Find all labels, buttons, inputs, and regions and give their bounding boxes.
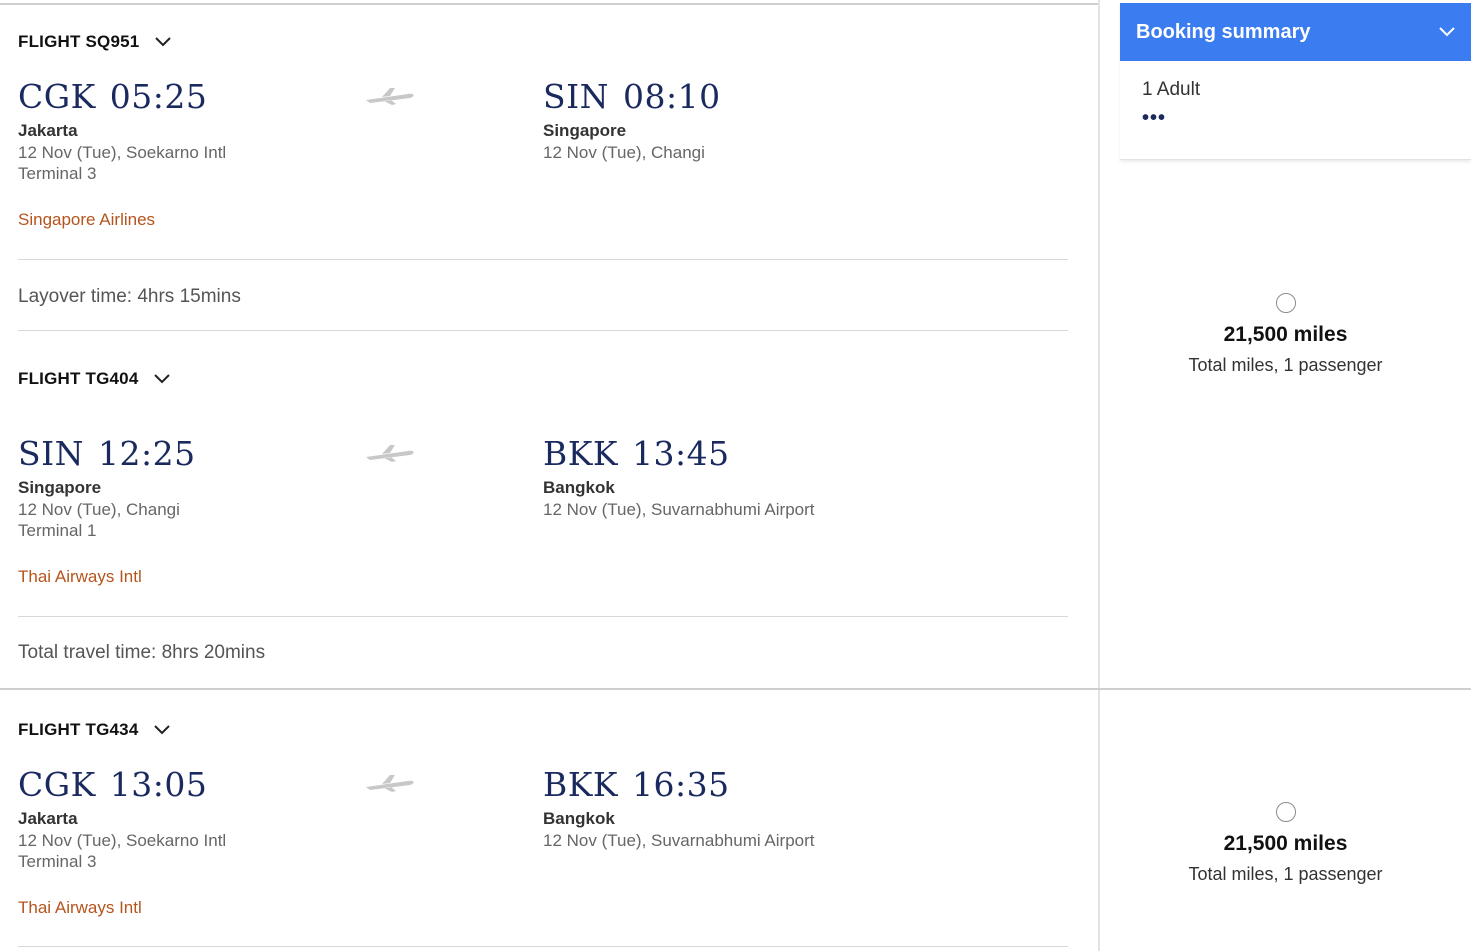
fare-miles: 21,500 miles bbox=[1223, 323, 1348, 346]
date-airport: 12 Nov (Tue), Suvarnabhumi Airport bbox=[543, 831, 815, 850]
total-travel-time: Total travel time: 8hrs 20mins bbox=[18, 642, 266, 663]
radio-button-icon[interactable] bbox=[1275, 802, 1296, 822]
date-airport: 12 Nov (Tue), Changi bbox=[543, 143, 705, 162]
date-airport: 12 Nov (Tue), Soekarno Intl bbox=[18, 831, 227, 850]
arrival-info: SIN 08:10 Singapore 12 Nov (Tue), Changi bbox=[543, 78, 721, 163]
separator bbox=[18, 946, 1068, 947]
flight-toggle-tg404[interactable]: FLIGHT TG404 bbox=[18, 369, 171, 389]
flight-number: FLIGHT TG434 bbox=[18, 720, 139, 739]
fare-option-1: 21,500 miles Total miles, 1 passenger bbox=[1100, 293, 1471, 376]
booking-summary-title: Booking summary bbox=[1136, 20, 1311, 43]
chevron-down-icon bbox=[154, 725, 171, 735]
airline-name: Thai Airways Intl bbox=[18, 898, 142, 917]
flight-number: FLIGHT SQ951 bbox=[18, 32, 140, 51]
departure-info: SIN 12:25 Singapore 12 Nov (Tue), Changi … bbox=[18, 435, 196, 541]
airline-name: Thai Airways Intl bbox=[18, 567, 142, 586]
airport-code: CGK bbox=[18, 77, 96, 116]
city-name: Bangkok bbox=[543, 809, 615, 828]
terminal: Terminal 3 bbox=[18, 164, 97, 183]
chevron-down-icon bbox=[1439, 27, 1455, 37]
airport-code: BKK bbox=[543, 434, 619, 473]
chevron-down-icon bbox=[155, 37, 172, 47]
fare-option-2: 21,500 miles Total miles, 1 passenger bbox=[1100, 802, 1471, 885]
departure-time: 12:25 bbox=[98, 434, 196, 473]
airport-code: SIN bbox=[543, 77, 610, 116]
plane-icon bbox=[366, 775, 414, 792]
city-name: Singapore bbox=[543, 121, 627, 140]
more-options-icon[interactable]: ••• bbox=[1142, 107, 1449, 130]
airport-code: SIN bbox=[18, 434, 85, 473]
arrival-time: 13:45 bbox=[632, 434, 730, 473]
separator bbox=[18, 259, 1068, 260]
arrival-time: 08:10 bbox=[623, 77, 721, 116]
fare-miles: 21,500 miles bbox=[1223, 832, 1348, 855]
flight-toggle-sq951[interactable]: FLIGHT SQ951 bbox=[18, 32, 172, 52]
booking-summary-panel: Booking summary 1 Adult ••• bbox=[1120, 3, 1471, 160]
city-name: Bangkok bbox=[543, 478, 615, 497]
plane-icon bbox=[366, 88, 414, 105]
departure-time: 05:25 bbox=[109, 77, 208, 116]
airport-code: CGK bbox=[18, 765, 96, 804]
passenger-count: 1 Adult bbox=[1142, 79, 1201, 100]
chevron-down-icon bbox=[154, 374, 171, 384]
arrival-time: 16:35 bbox=[632, 765, 730, 804]
date-airport: 12 Nov (Tue), Suvarnabhumi Airport bbox=[543, 500, 815, 519]
departure-info: CGK 05:25 Jakarta 12 Nov (Tue), Soekarno … bbox=[18, 78, 226, 184]
radio-button-icon[interactable] bbox=[1275, 293, 1296, 313]
departure-info: CGK 13:05 Jakarta 12 Nov (Tue), Soekarno … bbox=[18, 766, 226, 872]
terminal: Terminal 3 bbox=[18, 852, 97, 871]
airport-code: BKK bbox=[543, 765, 619, 804]
city-name: Jakarta bbox=[18, 121, 78, 140]
fare-note: Total miles, 1 passenger bbox=[1188, 355, 1383, 375]
separator bbox=[18, 330, 1068, 331]
city-name: Jakarta bbox=[18, 809, 78, 828]
booking-summary-toggle[interactable]: Booking summary bbox=[1120, 3, 1471, 61]
flight-number: FLIGHT TG404 bbox=[18, 369, 139, 388]
flight-toggle-tg434[interactable]: FLIGHT TG434 bbox=[18, 720, 171, 740]
arrival-info: BKK 13:45 Bangkok 12 Nov (Tue), Suvarnabh… bbox=[543, 435, 815, 520]
layover-time: Layover time: 4hrs 15mins bbox=[18, 286, 241, 307]
airline-name: Singapore Airlines bbox=[18, 210, 156, 229]
departure-time: 13:05 bbox=[109, 765, 208, 804]
plane-icon bbox=[366, 445, 414, 462]
date-airport: 12 Nov (Tue), Changi bbox=[18, 500, 180, 519]
city-name: Singapore bbox=[18, 478, 102, 497]
fare-note: Total miles, 1 passenger bbox=[1188, 864, 1383, 884]
separator bbox=[18, 616, 1068, 617]
top-divider bbox=[0, 3, 1100, 5]
terminal: Terminal 1 bbox=[18, 521, 97, 540]
arrival-info: BKK 16:35 Bangkok 12 Nov (Tue), Suvarnabh… bbox=[543, 766, 815, 851]
date-airport: 12 Nov (Tue), Soekarno Intl bbox=[18, 143, 227, 162]
itinerary-divider bbox=[0, 688, 1471, 690]
